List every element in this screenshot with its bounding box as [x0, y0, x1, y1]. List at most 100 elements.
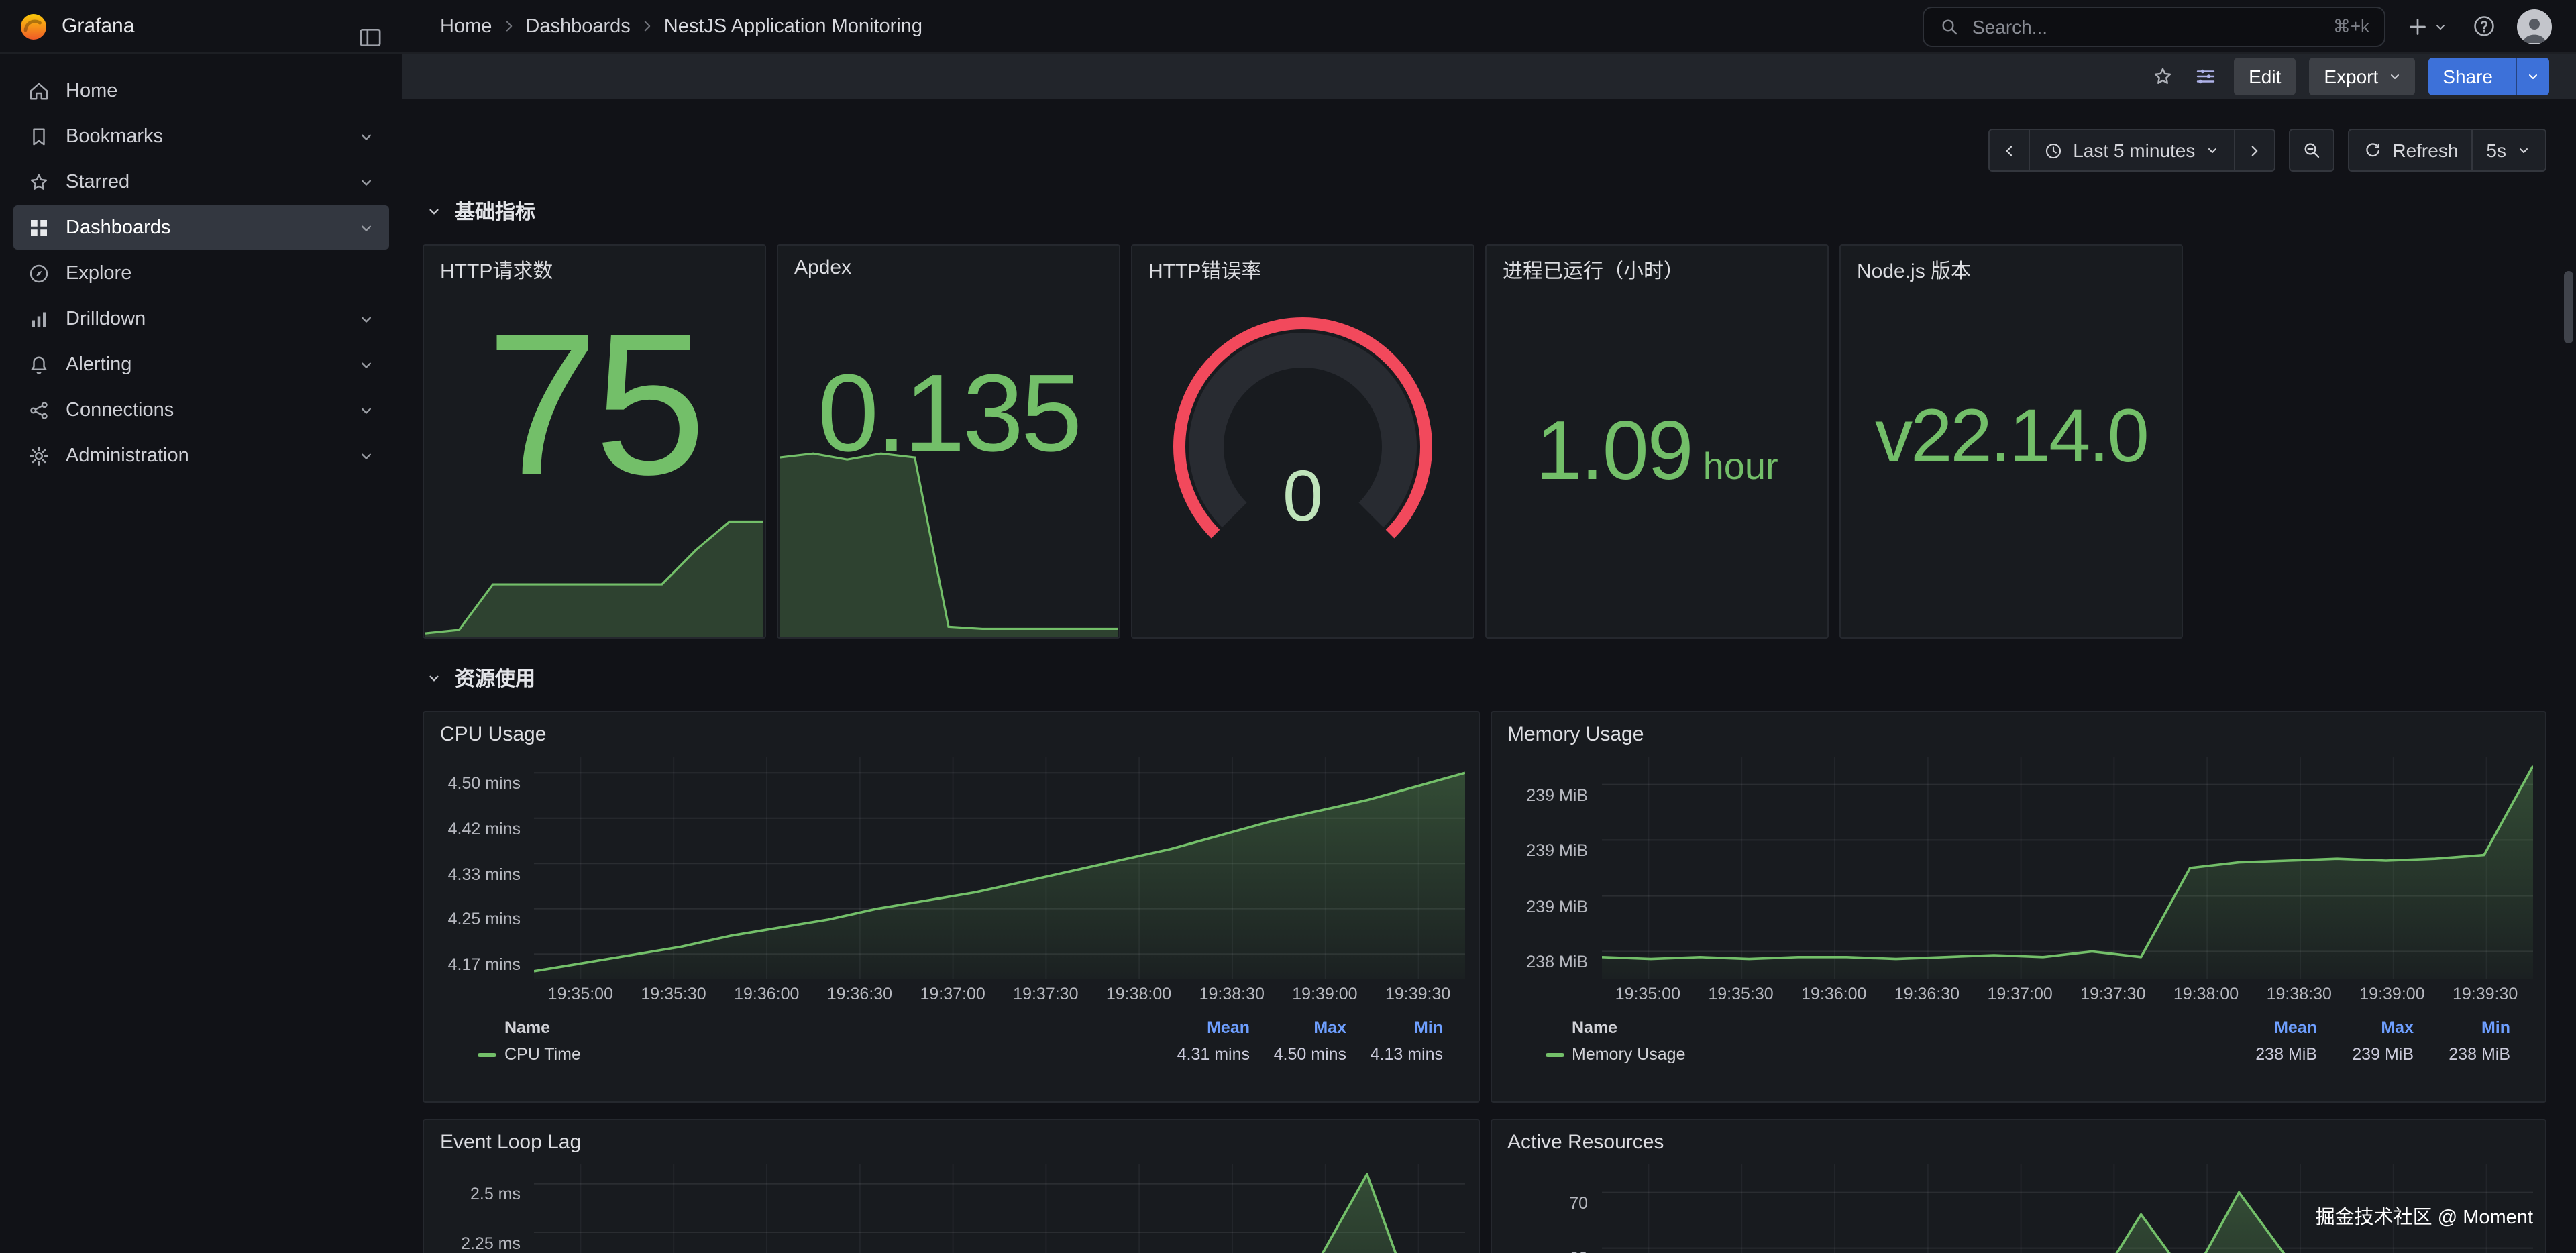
legend-header-min[interactable]: Min [2414, 1018, 2510, 1037]
legend-header-max[interactable]: Max [2317, 1018, 2414, 1037]
legend-series-name[interactable]: Memory Usage [1572, 1045, 1686, 1064]
breadcrumb-item[interactable]: Dashboards [525, 15, 630, 37]
section-resource-usage[interactable]: 资源使用 [425, 663, 2546, 692]
legend-stat-value: 4.50 mins [1250, 1045, 1346, 1064]
x-tick-label: 19:36:30 [1894, 985, 1960, 1003]
chart-plot-area[interactable] [1601, 757, 2532, 979]
refresh-interval-picker[interactable]: 5s [2473, 129, 2546, 172]
main-column: Edit Export Share [402, 54, 2576, 1253]
sidebar-item-bookmarks[interactable]: Bookmarks [13, 114, 389, 158]
x-tick-label: 19:39:30 [1385, 985, 1450, 1003]
x-tick-label: 19:36:00 [1801, 985, 1866, 1003]
chevron-down-icon[interactable] [357, 127, 376, 146]
refresh-icon [2363, 140, 2383, 160]
panel-event-loop-lag: Event Loop Lag 2.5 ms2.25 ms2 ms1.75 ms1… [423, 1119, 1479, 1253]
chevron-down-icon [2204, 142, 2220, 158]
search-placeholder: Search... [1972, 15, 2047, 37]
breadcrumb-item: NestJS Application Monitoring [664, 15, 922, 37]
chart-canvas [534, 1164, 1465, 1253]
y-axis: 4.50 mins4.42 mins4.33 mins4.25 mins4.17… [424, 757, 534, 979]
legend-header-name[interactable]: Name [1545, 1018, 2220, 1037]
search-input[interactable]: Search... ⌘+k [1923, 6, 2385, 46]
stat-value: v22.14.0 [1841, 246, 2182, 637]
drilldown-icon [27, 307, 51, 331]
panel-http-requests: HTTP请求数 75 [423, 244, 766, 639]
x-tick-label: 19:35:30 [1708, 985, 1773, 1003]
y-tick-label: 238 MiB [1526, 953, 1588, 972]
compass-icon [27, 261, 51, 285]
y-axis: 70605040 [1491, 1164, 1601, 1253]
panel-nodejs-version: Node.js 版本 v22.14.0 [1839, 244, 2183, 639]
y-tick-label: 239 MiB [1526, 897, 1588, 916]
legend-stat-value: 238 MiB [2220, 1045, 2317, 1064]
share-button[interactable]: Share [2428, 58, 2549, 95]
sidebar-item-drilldown[interactable]: Drilldown [13, 296, 389, 341]
chevron-down-icon[interactable] [357, 172, 376, 191]
legend-stat-value: 4.31 mins [1153, 1045, 1250, 1064]
chevron-down-icon[interactable] [357, 355, 376, 374]
sidebar-item-connections[interactable]: Connections [13, 388, 389, 432]
legend-series-row: Memory Usage238 MiB239 MiB238 MiB [1545, 1041, 2510, 1068]
breadcrumb-item[interactable]: Home [440, 15, 492, 37]
sidebar-toggle-icon[interactable] [357, 23, 384, 53]
sidebar-item-home[interactable]: Home [13, 68, 389, 113]
chart-canvas [534, 757, 1465, 979]
chart-plot-area[interactable] [534, 1164, 1465, 1253]
insights-sliders-icon[interactable] [2191, 62, 2220, 91]
legend: NameMeanMaxMin CPU Time 4.31 mins4.50 mins… [424, 1009, 1478, 1076]
legend-series-name[interactable]: CPU Time [504, 1045, 581, 1064]
stat-value: 1.09 hour [1487, 246, 1827, 637]
star-icon [27, 170, 51, 194]
sidebar-item-dashboards[interactable]: Dashboards [13, 205, 389, 250]
x-tick-label: 19:35:30 [641, 985, 706, 1003]
add-new-button[interactable] [2403, 11, 2451, 41]
favorite-star-icon[interactable] [2148, 62, 2178, 91]
mega-menu: HomeBookmarksStarredDashboardsExploreDri… [0, 54, 402, 1253]
legend-header-name[interactable]: Name [478, 1018, 1153, 1037]
time-range-picker[interactable]: Last 5 minutes [2030, 129, 2235, 172]
scrollbar-thumb[interactable] [2564, 271, 2573, 343]
sidebar-item-explore[interactable]: Explore [13, 251, 389, 295]
sidebar-item-label: Connections [66, 399, 174, 421]
zoom-out-button[interactable] [2289, 129, 2334, 172]
share-menu-caret[interactable] [2516, 58, 2549, 95]
gear-icon [27, 443, 51, 468]
help-icon[interactable] [2469, 11, 2500, 42]
stat-sparkline [425, 520, 763, 637]
plug-icon [27, 398, 51, 422]
x-tick-label: 19:36:30 [827, 985, 892, 1003]
x-tick-label: 19:38:00 [2174, 985, 2239, 1003]
brand-label: Grafana [62, 15, 134, 38]
panel-http-error-rate: HTTP错误率 0 [1131, 244, 1474, 639]
sidebar-item-starred[interactable]: Starred [13, 160, 389, 204]
chevron-down-icon[interactable] [357, 218, 376, 237]
time-shift-back-button[interactable] [1988, 129, 2030, 172]
chart-plot-area[interactable] [534, 757, 1465, 979]
legend-header-max[interactable]: Max [1250, 1018, 1346, 1037]
legend-header-min[interactable]: Min [1346, 1018, 1443, 1037]
export-button[interactable]: Export [2309, 58, 2414, 95]
chevron-down-icon[interactable] [357, 446, 376, 465]
refresh-button[interactable]: Refresh [2348, 129, 2473, 172]
chevron-down-icon[interactable] [357, 400, 376, 419]
legend-series-swatch [1545, 1052, 1564, 1056]
time-shift-forward-button[interactable] [2235, 129, 2275, 172]
clock-icon [2043, 140, 2063, 160]
user-avatar[interactable] [2517, 9, 2552, 44]
chevron-down-icon[interactable] [357, 309, 376, 328]
legend-header-mean[interactable]: Mean [1153, 1018, 1250, 1037]
legend-series-swatch [478, 1052, 496, 1056]
breadcrumb-separator-icon [500, 17, 517, 35]
stat-panel-row: HTTP请求数 75 Apdex 0.135 HTTP错误率 0 [423, 244, 2546, 639]
chart-canvas [1601, 757, 2532, 979]
edit-button[interactable]: Edit [2234, 58, 2296, 95]
sidebar-item-alerting[interactable]: Alerting [13, 342, 389, 386]
panel-cpu-usage: CPU Usage 4.50 mins4.42 mins4.33 mins4.2… [423, 711, 1479, 1103]
y-tick-label: 4.50 mins [448, 774, 521, 793]
sidebar-item-administration[interactable]: Administration [13, 433, 389, 478]
panel-memory-usage: Memory Usage 239 MiB239 MiB239 MiB238 Mi… [1490, 711, 2546, 1103]
legend-header-mean[interactable]: Mean [2220, 1018, 2317, 1037]
grafana-logo[interactable] [19, 11, 48, 41]
section-basic-metrics[interactable]: 基础指标 [425, 196, 2546, 225]
panel-active-resources: Active Resources 70605040 19:35:0019:35:… [1490, 1119, 2546, 1253]
